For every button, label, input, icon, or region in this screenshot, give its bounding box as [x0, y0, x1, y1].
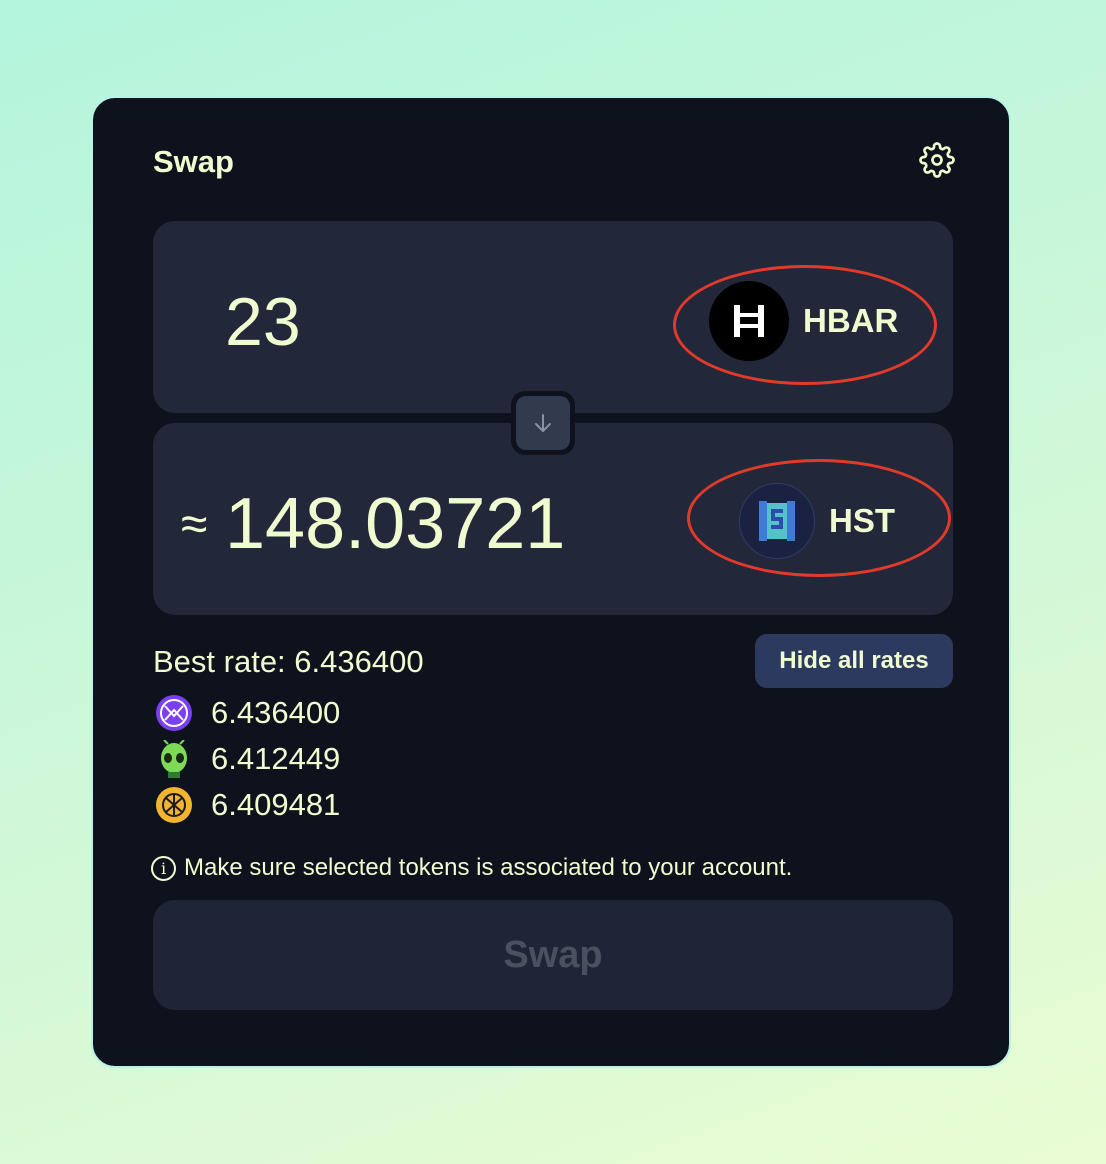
best-rate-text: Best rate: 6.436400	[153, 644, 424, 679]
list-item: 6.409481	[155, 782, 340, 828]
to-token-label: HST	[829, 502, 895, 539]
yellow-dex-icon	[155, 786, 193, 824]
rate-value: 6.412449	[211, 741, 341, 776]
swap-card: Swap 23 HBAR ≈ 148.03721 HST Best rate: …	[91, 96, 1011, 1068]
purple-dex-icon	[155, 694, 193, 732]
rates-list: 6.436400 6.412449 6.409481	[155, 690, 340, 828]
rate-value: 6.436400	[211, 695, 341, 730]
from-token-label: HBAR	[803, 302, 899, 339]
from-token-selector[interactable]: HBAR	[709, 281, 898, 361]
switch-direction-button[interactable]	[511, 391, 575, 455]
info-icon: i	[151, 855, 176, 881]
settings-gear-icon[interactable]	[919, 142, 955, 178]
approx-symbol: ≈	[181, 498, 208, 551]
association-notice: i Make sure selected tokens is associate…	[151, 854, 792, 882]
list-item: 6.436400	[155, 690, 340, 736]
to-token-selector[interactable]: HST	[739, 483, 895, 559]
alien-dex-icon	[155, 739, 193, 778]
hide-all-rates-button[interactable]: Hide all rates	[755, 634, 953, 688]
from-panel: 23 HBAR	[153, 221, 953, 413]
rate-value: 6.409481	[211, 787, 341, 822]
to-amount-value: 148.03721	[225, 484, 566, 564]
hbar-logo-icon	[709, 281, 789, 361]
swap-button[interactable]: Swap	[153, 900, 953, 1010]
from-amount-input[interactable]: 23	[225, 283, 301, 361]
hst-logo-icon	[739, 483, 815, 559]
arrow-down-icon	[516, 396, 570, 450]
notice-text: Make sure selected tokens is associated …	[184, 854, 793, 881]
list-item: 6.412449	[155, 736, 340, 782]
page-title: Swap	[153, 144, 234, 179]
